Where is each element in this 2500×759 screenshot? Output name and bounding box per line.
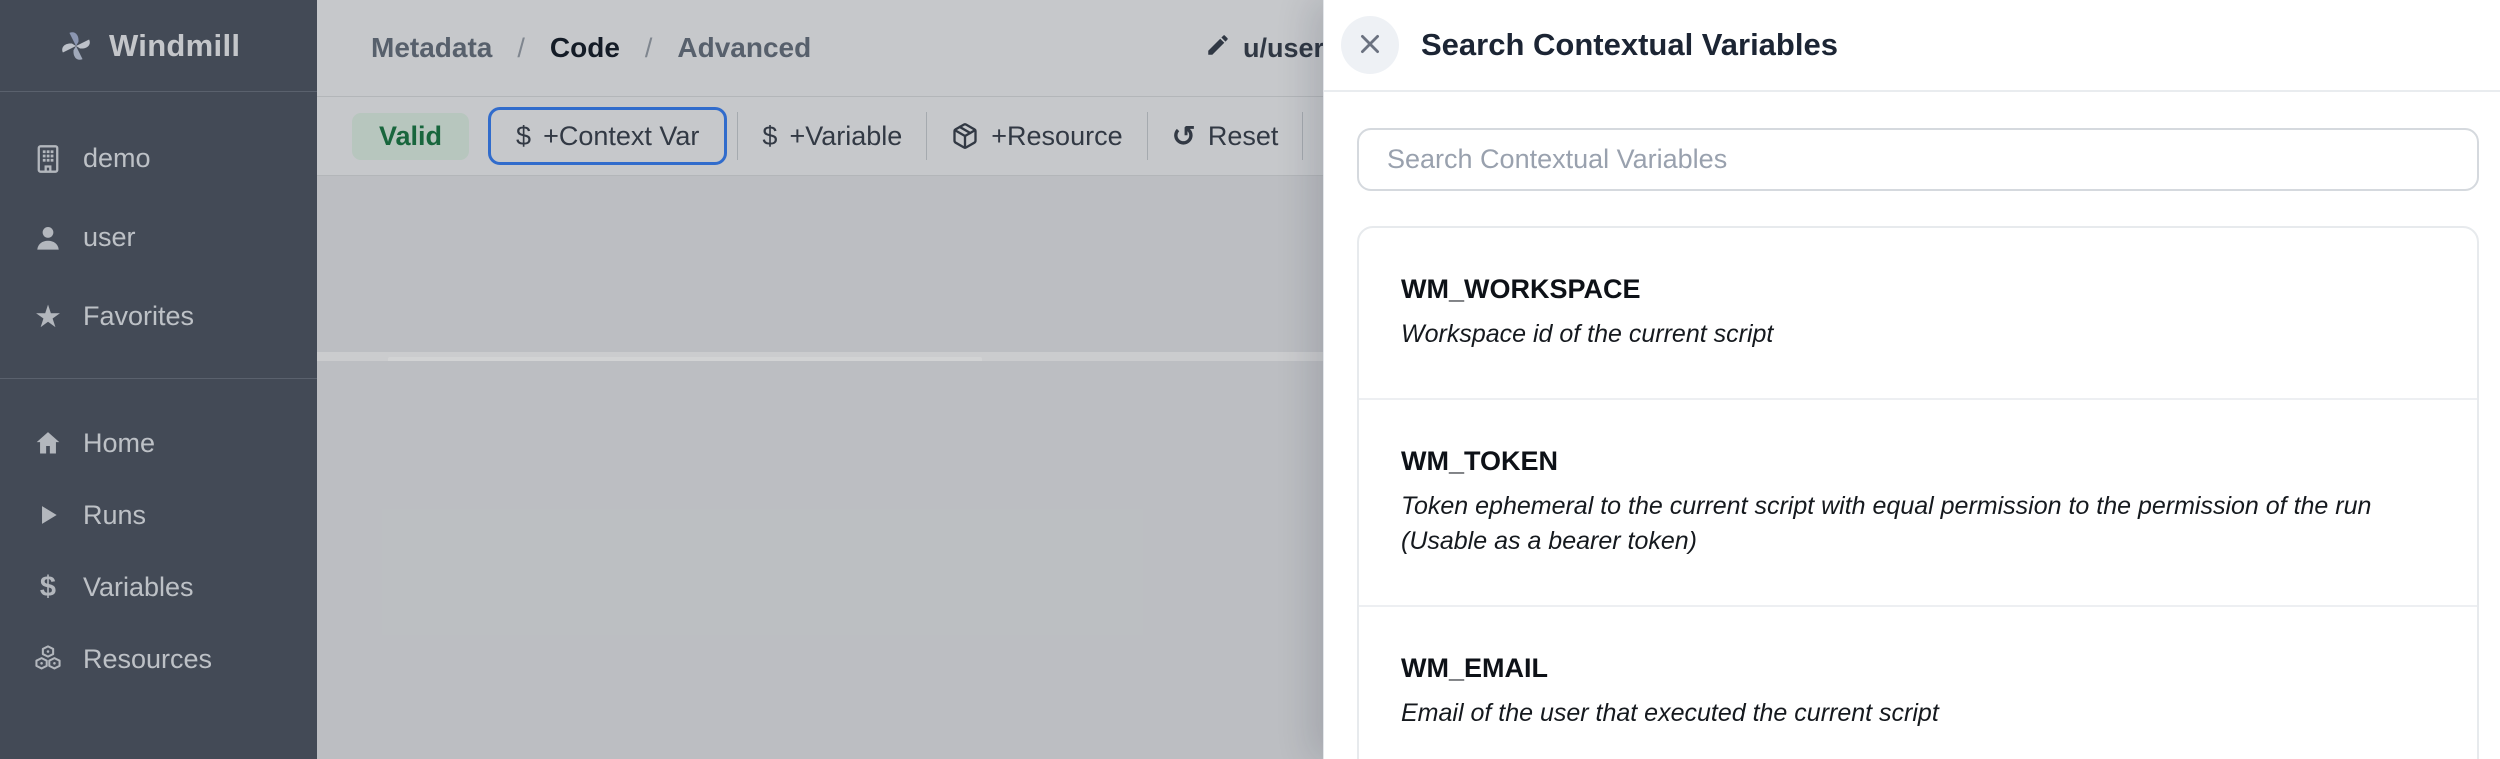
variable-description: Token ephemeral to the current script wi…: [1401, 489, 2441, 559]
search-input[interactable]: [1357, 128, 2479, 191]
variable-name: WM_EMAIL: [1401, 653, 2441, 684]
drawer-backdrop[interactable]: [0, 0, 1323, 759]
close-icon: [1357, 31, 1383, 60]
close-button[interactable]: [1341, 16, 1399, 74]
variables-list: WM_WORKSPACE Workspace id of the current …: [1357, 226, 2479, 759]
variable-item-wm-email[interactable]: WM_EMAIL Email of the user that executed …: [1359, 607, 2477, 759]
drawer-body: WM_WORKSPACE Workspace id of the current …: [1324, 92, 2500, 759]
variable-item-wm-token[interactable]: WM_TOKEN Token ephemeral to the current s…: [1359, 400, 2477, 607]
variable-description: Email of the user that executed the curr…: [1401, 696, 2441, 731]
drawer-header: Search Contextual Variables: [1324, 0, 2500, 92]
drawer-title: Search Contextual Variables: [1421, 27, 1838, 63]
variable-description: Workspace id of the current script: [1401, 317, 2441, 352]
variable-item-wm-workspace[interactable]: WM_WORKSPACE Workspace id of the current …: [1359, 228, 2477, 400]
search-variables-drawer: Search Contextual Variables WM_WORKSPACE…: [1323, 0, 2500, 759]
variable-name: WM_TOKEN: [1401, 446, 2441, 477]
variable-name: WM_WORKSPACE: [1401, 274, 2441, 305]
